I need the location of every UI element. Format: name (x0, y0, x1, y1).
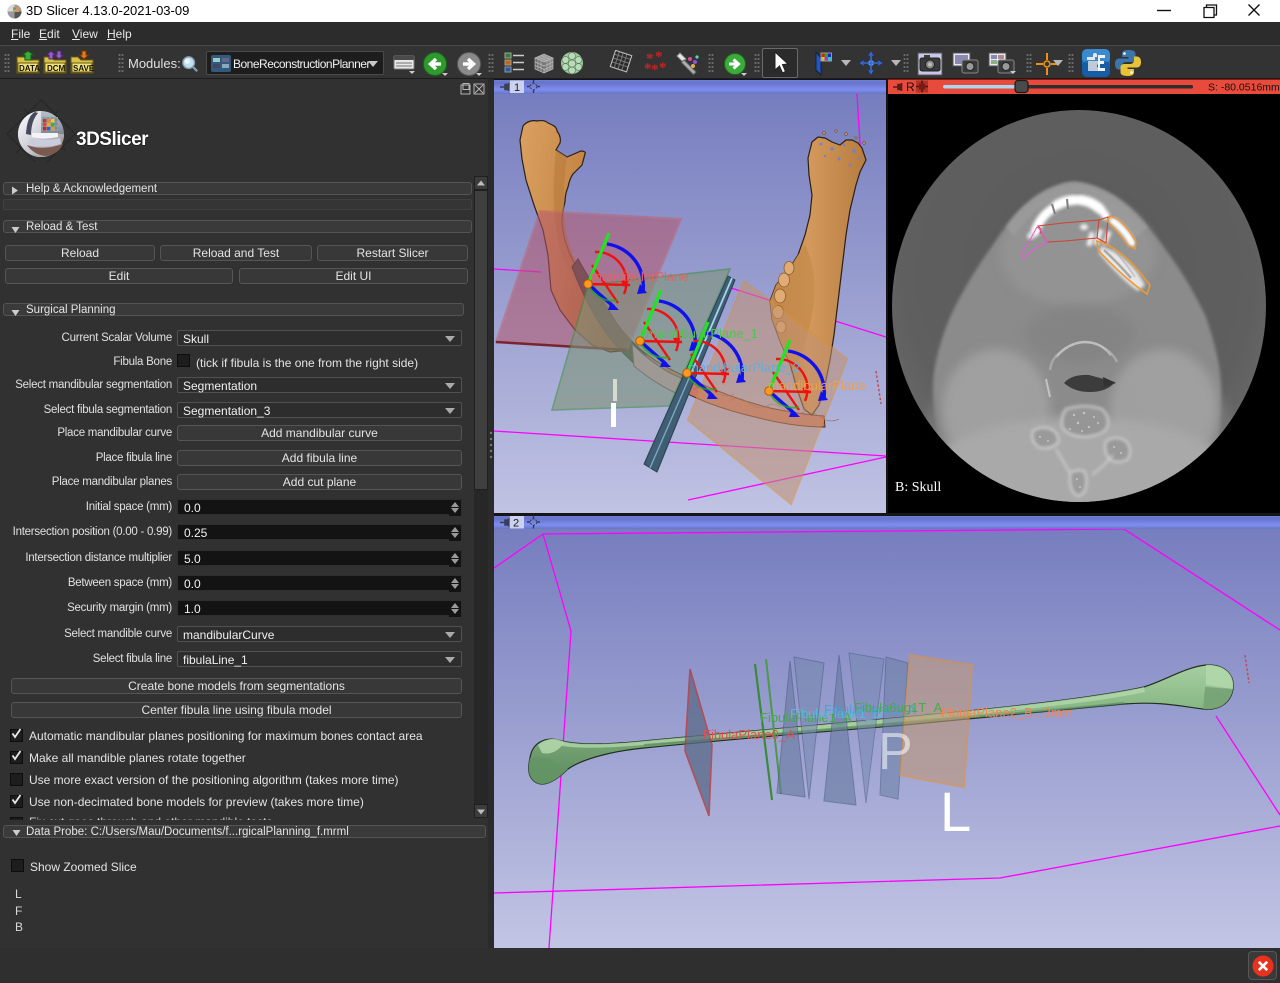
svg-text:FibulaPlane2_B...3mm: FibulaPlane2_B...3mm (941, 705, 1073, 720)
svg-text:DATA: DATA (19, 64, 40, 73)
svg-text:SAVE: SAVE (73, 64, 95, 73)
svg-text:S: -80.0516mm: S: -80.0516mm (1208, 82, 1280, 94)
svg-text:3DSlicer: 3DSlicer (76, 129, 149, 150)
svg-text:mandibularPlane: mandibularPlane (591, 269, 689, 284)
svg-text:*: * (651, 62, 659, 77)
svg-text:1: 1 (514, 82, 520, 94)
svg-text:FibulaPlane0_A: FibulaPlane0_A (703, 727, 795, 742)
svg-text:mandibularPlane_2: mandibularPlane_2 (688, 360, 800, 375)
svg-text:*: * (659, 60, 667, 76)
svg-text:B: Skull: B: Skull (895, 480, 941, 495)
svg-text:Fibula6ug1T_A: Fibula6ug1T_A (854, 700, 942, 715)
svg-text:2: 2 (513, 518, 519, 530)
svg-text:mandibularPlane: mandibularPlane (768, 378, 866, 393)
svg-text:mandibularPlane_1: mandibularPlane_1 (646, 326, 758, 341)
svg-text:L: L (940, 780, 971, 843)
svg-text:DCM: DCM (47, 64, 66, 73)
svg-text:P: P (878, 723, 913, 781)
svg-text:R: R (906, 80, 915, 94)
